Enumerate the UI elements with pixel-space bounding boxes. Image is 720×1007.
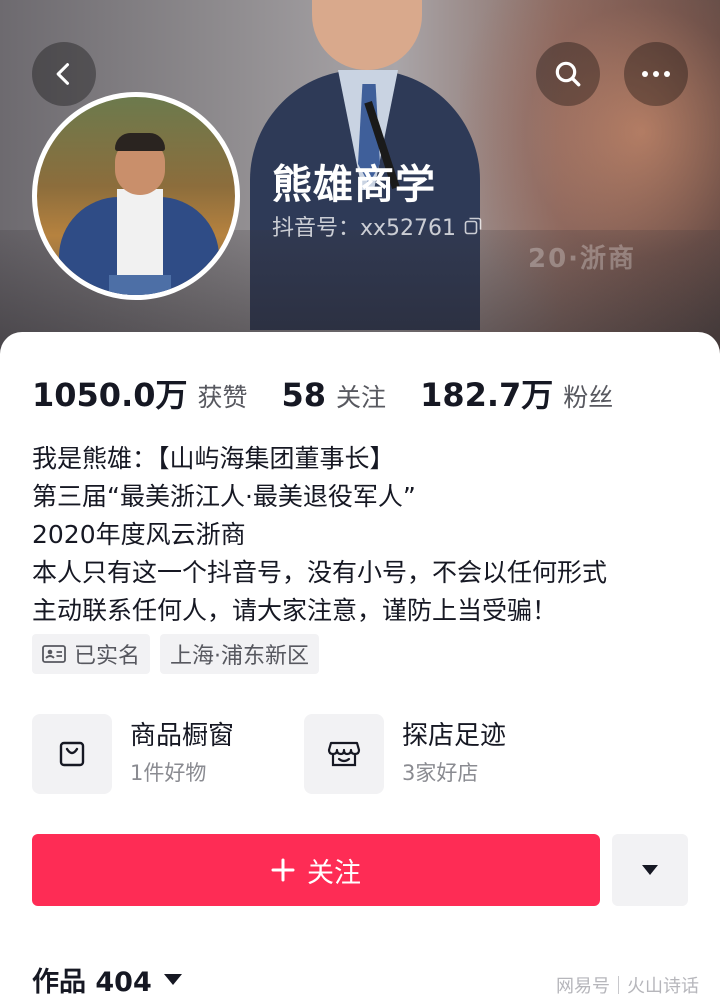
triangle-down-icon xyxy=(642,865,658,875)
stat-likes-label: 获赞 xyxy=(197,383,248,412)
follow-button-label: 关注 xyxy=(307,857,361,889)
plus-icon xyxy=(271,858,295,882)
watermark: 网易号 火山诗话 xyxy=(556,972,699,998)
bio-line: 主动联系任何人，请大家注意，谨防上当受骗！ xyxy=(32,596,558,625)
id-card-icon xyxy=(42,645,66,663)
tag-location[interactable]: 上海·浦东新区 xyxy=(160,634,320,674)
search-button[interactable] xyxy=(536,42,600,106)
caret-down-icon xyxy=(163,974,182,985)
feature-store-title: 探店足迹 xyxy=(402,721,507,751)
recommend-dropdown-button[interactable] xyxy=(612,834,688,906)
works-tab-label: 作品 404 xyxy=(32,967,152,998)
bio-line: 第三届“最美浙江人·最美退役军人” xyxy=(32,482,416,511)
profile-name: 熊雄商学 xyxy=(272,162,436,208)
douyin-id[interactable]: 抖音号：xx52761 xyxy=(272,210,482,242)
stat-likes[interactable]: 1050.0万 获赞 xyxy=(32,370,248,416)
watermark-divider xyxy=(618,976,619,994)
tag-location-label: 上海·浦东新区 xyxy=(170,644,310,669)
watermark-right: 火山诗话 xyxy=(627,976,699,997)
chevron-left-icon xyxy=(56,63,70,85)
feature-store-visits[interactable]: 探店足迹 3家好店 xyxy=(304,714,576,794)
douyin-id-text: 抖音号：xx52761 xyxy=(272,216,457,241)
shopping-bag-icon xyxy=(59,741,85,767)
back-button[interactable] xyxy=(32,42,96,106)
stats-row: 1050.0万 获赞 58 关注 182.7万 粉丝 xyxy=(32,370,647,416)
more-button[interactable] xyxy=(624,42,688,106)
profile-card: 1050.0万 获赞 58 关注 182.7万 粉丝 我是熊雄：【山屿海集团董事… xyxy=(0,332,720,1007)
bio-line: 本人只有这一个抖音号，没有小号，不会以任何形式 xyxy=(32,558,608,587)
tag-verified[interactable]: 已实名 xyxy=(32,634,151,674)
feature-store-icon-box xyxy=(304,714,384,794)
stat-followers-label: 粉丝 xyxy=(563,383,614,412)
bio-line: 我是熊雄：【山屿海集团董事长】 xyxy=(32,444,395,473)
stat-following-value: 58 xyxy=(281,376,327,414)
more-horizontal-icon xyxy=(642,71,670,77)
feature-shop-title: 商品橱窗 xyxy=(130,721,235,751)
stat-following[interactable]: 58 关注 xyxy=(282,376,387,414)
bio-line: 2020年度风云浙商 xyxy=(32,520,246,549)
feature-store-subtitle: 3家好店 xyxy=(402,761,479,785)
search-icon xyxy=(555,61,581,87)
stat-followers[interactable]: 182.7万 粉丝 xyxy=(420,370,613,416)
stat-likes-value: 1050.0万 xyxy=(32,376,188,414)
feature-shop-subtitle: 1件好物 xyxy=(130,761,207,785)
storefront-icon xyxy=(327,741,361,767)
feature-shop-window[interactable]: 商品橱窗 1件好物 xyxy=(32,714,304,794)
follow-button[interactable]: 关注 xyxy=(32,834,600,906)
copy-icon[interactable] xyxy=(464,217,482,235)
cover-brand-text: 20·浙商 xyxy=(528,244,637,274)
feature-shop-icon-box xyxy=(32,714,112,794)
tag-verified-label: 已实名 xyxy=(74,644,141,669)
works-tab[interactable]: 作品 404 xyxy=(32,960,182,999)
stat-following-label: 关注 xyxy=(336,383,387,412)
watermark-left: 网易号 xyxy=(556,976,610,997)
stat-followers-value: 182.7万 xyxy=(420,376,554,414)
avatar[interactable] xyxy=(32,92,240,300)
bio: 我是熊雄：【山屿海集团董事长】 第三届“最美浙江人·最美退役军人” 2020年度… xyxy=(32,440,692,630)
feature-entries: 商品橱窗 1件好物 探店足迹 3家好店 xyxy=(32,714,576,794)
profile-tags: 已实名 上海·浦东新区 xyxy=(32,634,320,674)
